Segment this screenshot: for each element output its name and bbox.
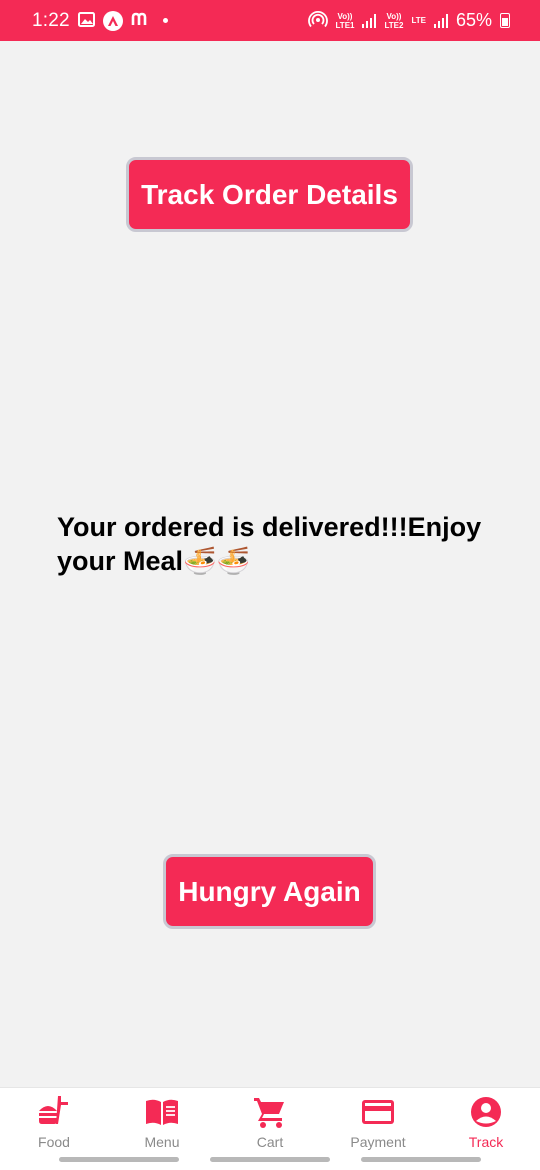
status-bar-left: 1:22: [32, 10, 168, 32]
signal-sim2-icon: [433, 13, 448, 28]
food-icon: [39, 1096, 68, 1124]
nav-label-food: Food: [38, 1134, 70, 1150]
status-time: 1:22: [32, 9, 70, 31]
gesture-bar-right: [361, 1157, 481, 1162]
nav-label-track: Track: [468, 1134, 504, 1150]
volte-sim2-tag: Vo)) LTE2: [384, 11, 404, 30]
status-bar: 1:22 Vo)) LTE1 Vo)) LTE2 LTE 65%: [0, 0, 540, 41]
hungry-again-button[interactable]: Hungry Again: [163, 854, 376, 929]
nav-label-payment: Payment: [350, 1134, 406, 1150]
menu-book-icon: [146, 1099, 178, 1125]
app-a-icon: [102, 10, 123, 31]
lte-tag: LTE: [411, 16, 426, 25]
battery-icon: [500, 13, 510, 28]
track-order-details-button[interactable]: Track Order Details: [126, 157, 413, 232]
volte-sim1-tag: Vo)) LTE1: [335, 11, 355, 30]
app-m-icon: [131, 12, 151, 29]
notification-dot-icon: [162, 18, 168, 23]
gesture-bar-left: [59, 1157, 179, 1162]
screen: 1:22 Vo)) LTE1 Vo)) LTE2 LTE 65% Track O…: [0, 0, 540, 1170]
hotspot-icon: [307, 10, 328, 31]
delivery-message: Your ordered is delivered!!!Enjoy your M…: [57, 512, 482, 576]
nav-label-menu: Menu: [144, 1134, 180, 1150]
battery-percent: 65%: [455, 10, 492, 30]
account-circle-icon: [471, 1097, 501, 1127]
gesture-bar-center: [210, 1157, 330, 1162]
gallery-icon: [77, 11, 95, 30]
credit-card-icon: [362, 1100, 394, 1124]
nav-label-cart: Cart: [256, 1134, 284, 1150]
signal-sim1-icon: [362, 13, 377, 28]
status-bar-right: Vo)) LTE1 Vo)) LTE2 LTE 65%: [307, 10, 510, 31]
cart-icon: [254, 1098, 284, 1128]
